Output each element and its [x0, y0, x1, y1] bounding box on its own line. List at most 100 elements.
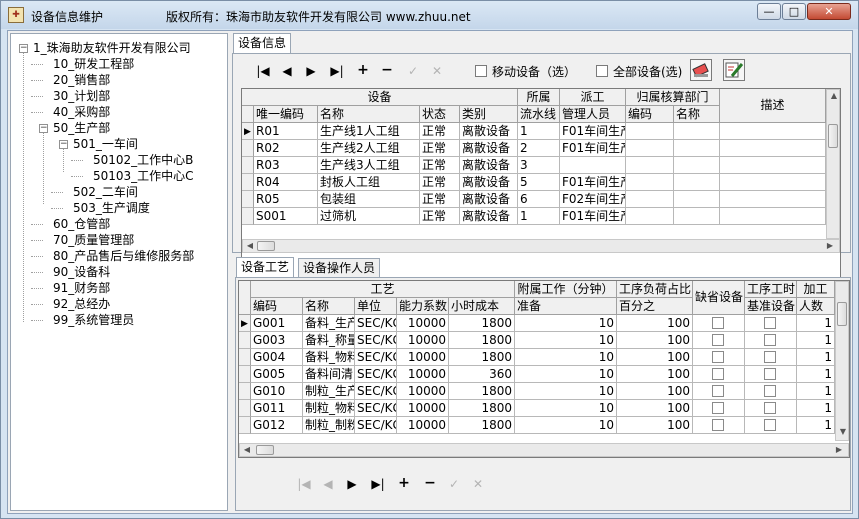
nav-cancel-button[interactable]: ✕ [429, 63, 445, 79]
table-cell[interactable]: 正常 [420, 174, 460, 191]
nav-post-button[interactable]: ✓ [405, 63, 421, 79]
table-cell[interactable] [745, 366, 797, 383]
table-cell[interactable] [745, 383, 797, 400]
table-cell[interactable]: G003 [251, 332, 303, 349]
table-cell[interactable]: 100 [617, 417, 693, 434]
table-cell[interactable]: 封板人工组 [318, 174, 420, 191]
table-cell[interactable] [745, 332, 797, 349]
table-cell[interactable] [626, 191, 674, 208]
equipment-grid[interactable]: 设备 所属 派工 归属核算部门 描述 唯一编码 名称 状态 类别 流水线 管理人员 编码 名称 ▶ R01 生… [241, 88, 841, 280]
table-cell[interactable] [626, 123, 674, 140]
table-cell[interactable] [720, 140, 826, 157]
table-cell[interactable]: 生产线3人工组 [318, 157, 420, 174]
nav-last-button[interactable]: ▶| [329, 63, 345, 79]
table-cell[interactable]: 离散设备 [460, 140, 518, 157]
table-cell[interactable]: 10000 [397, 315, 449, 332]
table-cell[interactable]: 5 [518, 174, 560, 191]
equipment-vscroll[interactable]: ▲ [826, 89, 840, 239]
table-cell[interactable]: 生产线1人工组 [318, 123, 420, 140]
table-cell[interactable] [745, 400, 797, 417]
table-cell[interactable]: R03 [254, 157, 318, 174]
table-cell[interactable]: 10 [515, 349, 617, 366]
default-equipment-checkbox[interactable] [712, 317, 724, 329]
mobile-equipment-checkbox[interactable] [475, 65, 487, 77]
table-cell[interactable]: 离散设备 [460, 208, 518, 225]
tree-node[interactable]: 91_财务部 [53, 280, 110, 296]
equipment-vscroll-thumb[interactable] [828, 124, 838, 148]
table-cell[interactable]: 10000 [397, 400, 449, 417]
table-cell[interactable]: 10 [515, 417, 617, 434]
process-vscroll[interactable]: ▼ [835, 281, 849, 441]
table-cell[interactable]: 1800 [449, 400, 515, 417]
table-cell[interactable]: G012 [251, 417, 303, 434]
nav-first-button[interactable]: |◀ [296, 476, 312, 492]
tab-equipment-process[interactable]: 设备工艺 [236, 257, 295, 279]
nav-delete-button[interactable]: − [422, 475, 438, 491]
tree-node[interactable]: 70_质量管理部 [53, 232, 134, 248]
table-cell[interactable] [693, 315, 745, 332]
table-cell[interactable] [674, 208, 720, 225]
table-cell[interactable]: 10000 [397, 332, 449, 349]
table-cell[interactable]: 1800 [449, 315, 515, 332]
tree-expand-toggle[interactable]: − [19, 44, 28, 53]
tree-node[interactable]: 50103_工作中心C [93, 168, 194, 184]
table-cell[interactable]: 生产线2人工组 [318, 140, 420, 157]
table-cell[interactable]: F02车间生产 [560, 191, 626, 208]
nav-cancel-button[interactable]: ✕ [470, 476, 486, 492]
maximize-button[interactable]: □ [782, 3, 806, 20]
table-cell[interactable]: 过筛机 [318, 208, 420, 225]
close-button[interactable]: ✕ [807, 3, 851, 20]
table-cell[interactable]: 正常 [420, 123, 460, 140]
base-equipment-checkbox[interactable] [764, 351, 776, 363]
default-equipment-checkbox[interactable] [712, 402, 724, 414]
table-cell[interactable]: 10 [515, 332, 617, 349]
base-equipment-checkbox[interactable] [764, 419, 776, 431]
default-equipment-checkbox[interactable] [712, 385, 724, 397]
table-cell[interactable] [745, 417, 797, 434]
table-cell[interactable] [720, 191, 826, 208]
table-cell[interactable] [693, 332, 745, 349]
table-cell[interactable]: 1 [797, 383, 835, 400]
table-cell[interactable]: 备料间清 [303, 366, 355, 383]
table-cell[interactable]: F01车间生产 [560, 208, 626, 225]
table-cell[interactable]: SEC/KG [355, 349, 397, 366]
table-cell[interactable]: 10000 [397, 417, 449, 434]
table-cell[interactable] [626, 157, 674, 174]
tree-expand-toggle[interactable]: − [59, 140, 68, 149]
table-cell[interactable] [745, 315, 797, 332]
table-cell[interactable]: F01车间生产 [560, 140, 626, 157]
table-cell[interactable]: 1 [797, 366, 835, 383]
minimize-button[interactable]: — [757, 3, 781, 20]
table-cell[interactable]: R01 [254, 123, 318, 140]
table-cell[interactable]: 3 [518, 157, 560, 174]
table-cell[interactable] [720, 157, 826, 174]
nav-first-button[interactable]: |◀ [255, 63, 271, 79]
process-hscroll-thumb[interactable] [256, 445, 274, 455]
table-cell[interactable]: 10 [515, 366, 617, 383]
nav-add-button[interactable]: + [396, 475, 412, 491]
table-cell[interactable]: F01车间生产 [560, 174, 626, 191]
nav-add-button[interactable]: + [355, 62, 371, 78]
table-cell[interactable]: 100 [617, 349, 693, 366]
tree-node[interactable]: 502_二车间 [73, 184, 138, 200]
table-cell[interactable]: 正常 [420, 208, 460, 225]
table-cell[interactable]: 6 [518, 191, 560, 208]
table-cell[interactable]: 10000 [397, 366, 449, 383]
table-cell[interactable]: 10000 [397, 349, 449, 366]
table-cell[interactable]: F01车间生产 [560, 123, 626, 140]
equipment-hscroll-thumb[interactable] [257, 241, 275, 251]
table-cell[interactable]: 制粒_生产 [303, 383, 355, 400]
table-cell[interactable]: 1 [797, 417, 835, 434]
table-cell[interactable] [674, 157, 720, 174]
table-cell[interactable] [674, 174, 720, 191]
table-cell[interactable]: SEC/KG [355, 366, 397, 383]
table-cell[interactable]: 1 [797, 349, 835, 366]
default-equipment-checkbox[interactable] [712, 334, 724, 346]
process-hscroll[interactable]: ◀ ▶ [239, 443, 849, 457]
table-cell[interactable]: 制粒_制粉 [303, 417, 355, 434]
table-cell[interactable]: 离散设备 [460, 123, 518, 140]
table-cell[interactable]: G010 [251, 383, 303, 400]
table-cell[interactable]: 1800 [449, 332, 515, 349]
tree-node[interactable]: 80_产品售后与维修服务部 [53, 248, 194, 264]
table-cell[interactable]: SEC/KG [355, 315, 397, 332]
